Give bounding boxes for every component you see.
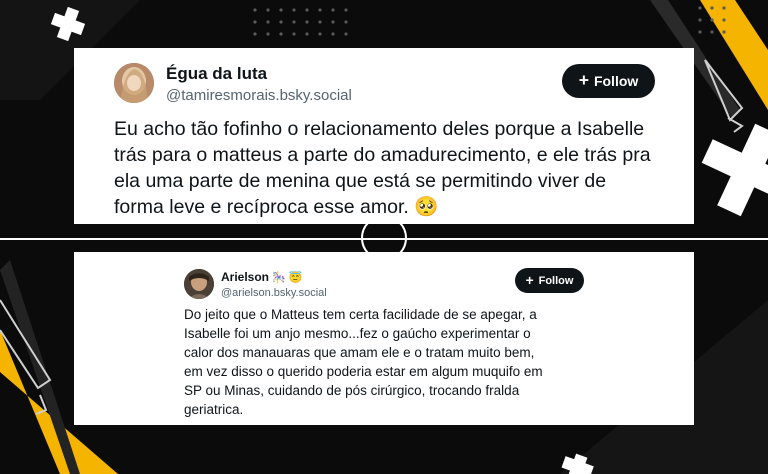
user-handle[interactable]: @tamiresmorais.bsky.social bbox=[166, 87, 352, 104]
follow-button[interactable]: + Follow bbox=[515, 268, 584, 293]
post-text: Eu acho tão fofinho o relacionamento del… bbox=[114, 116, 684, 220]
plus-icon: + bbox=[578, 70, 589, 91]
post-text: Do jeito que o Matteus tem certa facilid… bbox=[184, 307, 543, 417]
follow-label: Follow bbox=[538, 274, 574, 287]
avatar[interactable] bbox=[114, 63, 154, 103]
display-name-text: Arielson bbox=[221, 270, 270, 284]
user-handle[interactable]: @arielson.bsky.social bbox=[221, 287, 327, 299]
follow-button[interactable]: + Follow bbox=[562, 64, 655, 98]
post-card: Égua da luta @tamiresmorais.bsky.social … bbox=[74, 48, 694, 224]
post-card: Arielson 🎠 😇 @arielson.bsky.social + Foll… bbox=[74, 252, 694, 425]
post-text-body: Eu acho tão fofinho o relacionamento del… bbox=[114, 118, 651, 218]
dot-grid-top bbox=[253, 8, 348, 36]
avatar-image bbox=[184, 269, 214, 299]
follow-label: Follow bbox=[593, 73, 639, 89]
pleading-face-emoji: 🥺 bbox=[414, 196, 439, 218]
display-name[interactable]: Arielson 🎠 😇 bbox=[221, 270, 302, 284]
plus-decoration-right bbox=[701, 123, 768, 217]
avatar[interactable] bbox=[184, 269, 214, 299]
name-emojis: 🎠 😇 bbox=[272, 272, 303, 284]
plus-icon: + bbox=[525, 272, 534, 288]
yellow-stripe-top bbox=[700, 0, 768, 110]
avatar-image bbox=[114, 63, 154, 103]
display-name[interactable]: Égua da luta bbox=[166, 64, 267, 84]
